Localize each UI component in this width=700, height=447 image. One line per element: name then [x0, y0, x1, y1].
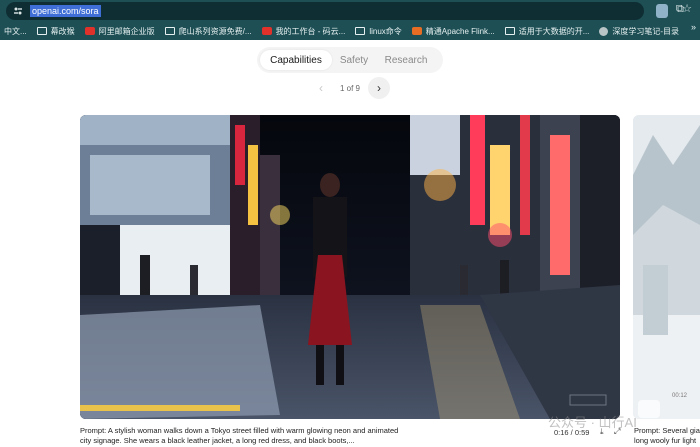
bookmark-item[interactable]: 爬山系列资源免费/...	[164, 26, 252, 37]
preview-frame	[633, 115, 700, 419]
bookmark-item[interactable]: 阿里邮箱企业版	[84, 26, 155, 37]
bookmark-item[interactable]: linux命令	[355, 26, 402, 37]
preview-time: 00:12	[672, 393, 688, 399]
tab-safety[interactable]: Safety	[332, 50, 376, 70]
page-counter: 1 of 9	[339, 83, 360, 93]
folder-icon	[36, 27, 47, 35]
address-box[interactable]: openai.com/sora	[6, 2, 644, 20]
bookmark-item[interactable]: 精通Apache Flink...	[411, 26, 495, 37]
download-icon[interactable]: ⤓	[600, 427, 604, 437]
fullscreen-icon[interactable]: ⤢	[614, 427, 620, 437]
video-frame	[80, 115, 620, 419]
folder-icon	[504, 27, 515, 35]
folder-icon	[355, 27, 366, 35]
extensions-puzzle-icon[interactable]: ⧉	[676, 3, 690, 17]
tab-capabilities[interactable]: Capabilities	[260, 50, 332, 70]
url-text[interactable]: openai.com/sora	[30, 5, 101, 17]
bookmark-item[interactable]: 中文...	[4, 26, 27, 37]
site-settings-icon[interactable]	[12, 5, 24, 17]
prev-button[interactable]: ‹	[310, 77, 332, 99]
mail-icon	[84, 27, 95, 35]
video-prompt: Prompt: A stylish woman walks down a Tok…	[80, 426, 399, 445]
bookmark-item[interactable]: 我的工作台 - 码云...	[261, 26, 345, 37]
next-video-preview[interactable]	[633, 115, 700, 419]
tab-research[interactable]: Research	[376, 50, 436, 70]
section-tabs: Capabilities Safety Research	[257, 47, 443, 73]
gitee-icon	[261, 27, 272, 35]
video-player[interactable]	[80, 115, 620, 419]
bookmark-item[interactable]: 幕改猴	[36, 26, 75, 37]
bookmarks-bar: 中文... 幕改猴 阿里邮箱企业版 爬山系列资源免费/... 我的工作台 - 码…	[0, 22, 700, 40]
extension-icon[interactable]	[656, 4, 668, 18]
preview-prompt-line: Prompt: Several gia	[634, 426, 700, 435]
book-icon	[411, 27, 422, 35]
preview-prompt-line: long wooly fur light	[634, 436, 697, 445]
preview-prompt: Prompt: Several gia long wooly fur light	[634, 426, 700, 446]
pager: ‹ 1 of 9 ›	[310, 76, 390, 100]
next-button[interactable]: ›	[367, 77, 390, 99]
folder-icon	[164, 27, 175, 35]
globe-icon	[599, 26, 609, 36]
bookmark-item[interactable]: 适用于大数据的开...	[504, 26, 589, 37]
address-bar: openai.com/sora ☆ ⧉	[0, 0, 700, 22]
preview-play-button[interactable]	[638, 400, 660, 418]
bookmark-item[interactable]: 深度学习笔记-目录	[599, 26, 679, 37]
video-time: 0:16 / 0:59	[554, 428, 590, 437]
bookmarks-more-button[interactable]: »	[691, 22, 696, 32]
